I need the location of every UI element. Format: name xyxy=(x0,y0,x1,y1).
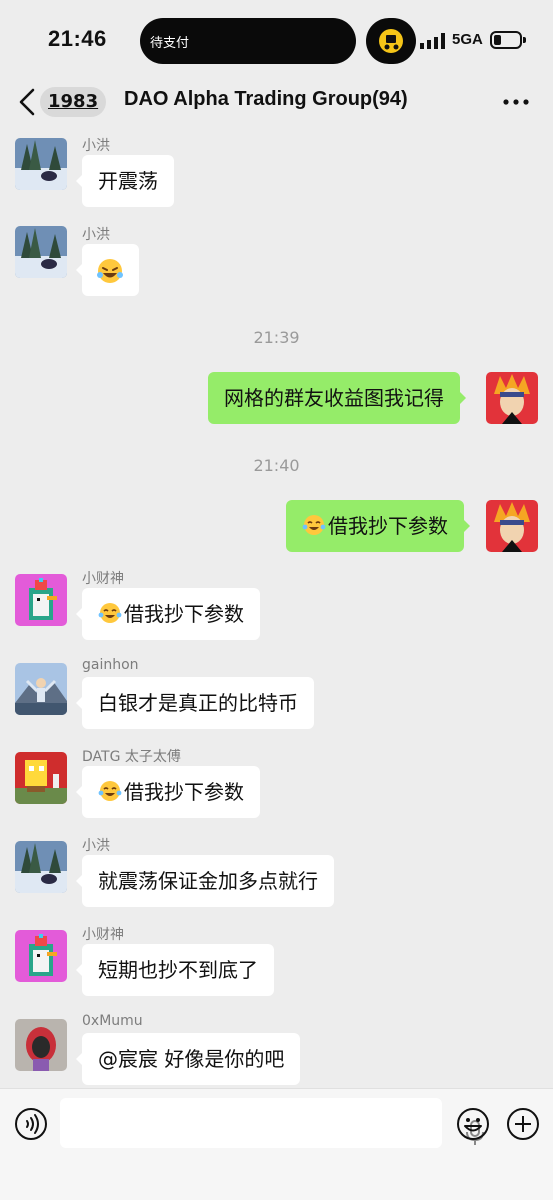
sender-name: 0xMumu xyxy=(82,1013,143,1029)
add-plus-icon[interactable] xyxy=(506,1107,540,1141)
snow-forest-avatar[interactable] xyxy=(15,138,67,190)
tears-of-joy-emoji xyxy=(98,781,122,801)
chat-header: 1983 DAO Alpha Trading Group(94) xyxy=(0,80,553,124)
laughing-emoji xyxy=(97,259,123,283)
message-input[interactable] xyxy=(60,1098,484,1148)
message-text: 网格的群友收益图我记得 xyxy=(224,386,444,410)
sender-name: 小财神 xyxy=(82,571,124,587)
message-bubble[interactable]: 开震荡 xyxy=(76,155,174,207)
message-text: 开震荡 xyxy=(98,169,158,193)
message-row: 小洪 开震荡 xyxy=(0,138,553,210)
delivery-activity[interactable] xyxy=(366,18,416,64)
message-text: 短期也抄不到底了 xyxy=(98,958,258,982)
message-bubble[interactable]: 短期也抄不到底了 xyxy=(76,944,274,996)
message-text: 借我抄下参数 xyxy=(124,780,244,804)
sender-name: gainhon xyxy=(82,657,139,673)
unread-badge[interactable]: 1983 xyxy=(40,87,107,117)
mountain-person-avatar[interactable] xyxy=(15,663,67,715)
sender-name: 小洪 xyxy=(82,227,110,243)
message-row: 网格的群友收益图我记得 xyxy=(0,372,553,428)
island-text: 待支付 xyxy=(150,36,190,51)
pixel-penguin-avatar[interactable] xyxy=(15,574,67,626)
message-row: gainhon 白银才是真正的比特币 xyxy=(0,657,553,735)
status-time: 21:46 xyxy=(48,26,107,51)
message-row: 小洪 xyxy=(0,226,553,298)
message-bubble[interactable]: 借我抄下参数 xyxy=(286,500,470,552)
message-row: 小财神 借我抄下参数 xyxy=(0,571,553,646)
snow-forest-avatar[interactable] xyxy=(15,841,67,893)
timestamp: 21:39 xyxy=(253,328,300,347)
message-row: 小财神 短期也抄不到底了 xyxy=(0,927,553,1002)
chat-input-bar xyxy=(0,1088,553,1200)
sender-name: 小洪 xyxy=(82,838,110,854)
message-bubble[interactable]: 就震荡保证金加多点就行 xyxy=(76,855,334,907)
pixel-penguin-avatar[interactable] xyxy=(15,930,67,982)
message-text: 借我抄下参数 xyxy=(124,602,244,626)
status-bar: 21:46 待支付 5GA xyxy=(0,0,553,80)
tears-of-joy-emoji xyxy=(302,515,326,535)
message-bubble[interactable]: 白银才是真正的比特币 xyxy=(76,677,314,729)
sponge-figure-avatar[interactable] xyxy=(15,752,67,804)
snow-forest-avatar[interactable] xyxy=(15,226,67,278)
sender-name: 小洪 xyxy=(82,138,110,154)
message-text: 就震荡保证金加多点就行 xyxy=(98,869,318,893)
message-text: 白银才是真正的比特币 xyxy=(98,691,298,715)
message-row: 小洪 就震荡保证金加多点就行 xyxy=(0,838,553,913)
network-type: 5GA xyxy=(452,31,483,48)
sender-name: DATG 太子太傅 xyxy=(82,749,181,765)
message-text: @宸宸 好像是你的吧 xyxy=(98,1047,285,1071)
signal-icon xyxy=(420,33,445,49)
battery-level xyxy=(494,35,501,45)
dynamic-island[interactable]: 待支付 xyxy=(140,18,356,64)
battery-icon xyxy=(490,31,526,49)
naruto-avatar[interactable] xyxy=(486,372,538,424)
message-text: 借我抄下参数 xyxy=(328,514,448,538)
more-dots-icon[interactable] xyxy=(500,90,532,114)
tears-of-joy-emoji xyxy=(98,603,122,623)
back-chevron-icon[interactable] xyxy=(16,86,38,118)
message-row: 借我抄下参数 xyxy=(0,500,553,556)
voice-input-icon[interactable] xyxy=(14,1107,48,1141)
sender-name: 小财神 xyxy=(82,927,124,943)
message-row: DATG 太子太傅 借我抄下参数 xyxy=(0,749,553,824)
message-bubble[interactable]: @宸宸 好像是你的吧 xyxy=(75,1033,301,1085)
naruto-avatar[interactable] xyxy=(486,500,538,552)
message-list[interactable]: 小洪 开震荡 小洪 21:39 网格的群友收益图我记得 21:40 借我抄下参数… xyxy=(0,124,553,1088)
message-bubble[interactable] xyxy=(76,244,139,296)
message-bubble[interactable]: 借我抄下参数 xyxy=(76,766,260,818)
hooded-figure-avatar[interactable] xyxy=(15,1019,67,1071)
message-bubble[interactable]: 网格的群友收益图我记得 xyxy=(208,372,466,424)
message-row: 0xMumu @宸宸 好像是你的吧 xyxy=(0,1013,553,1088)
message-bubble[interactable]: 借我抄下参数 xyxy=(76,588,260,640)
emoji-smile-icon[interactable] xyxy=(456,1107,490,1141)
delivery-rider-icon xyxy=(379,29,403,53)
timestamp: 21:40 xyxy=(253,456,300,475)
group-title[interactable]: DAO Alpha Trading Group(94) xyxy=(124,88,408,111)
